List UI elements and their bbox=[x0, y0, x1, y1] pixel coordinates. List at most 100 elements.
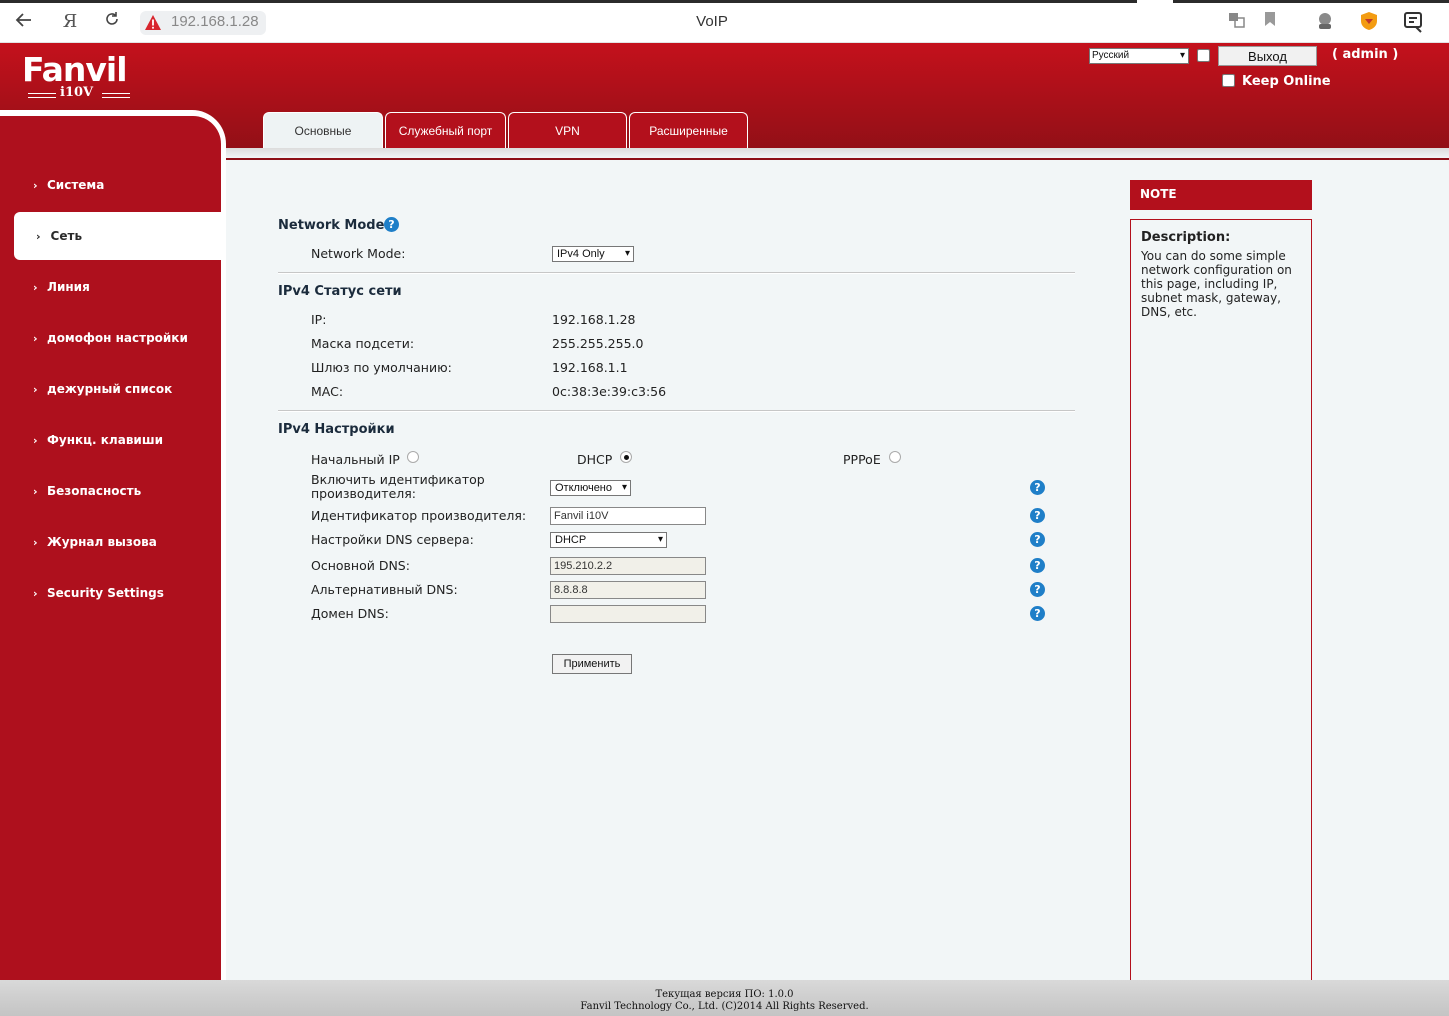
help-icon[interactable]: ? bbox=[1030, 508, 1045, 523]
ip-value: 192.168.1.28 bbox=[552, 312, 636, 327]
sidebar-item-label: дежурный список bbox=[47, 382, 173, 396]
user-label: ( admin ) bbox=[1332, 47, 1399, 62]
tab-divider bbox=[226, 148, 1449, 158]
chevron-down-icon: ▾ bbox=[624, 248, 630, 259]
chevron-right-icon: › bbox=[33, 434, 38, 447]
sidebar-item-line[interactable]: › Линия bbox=[33, 280, 90, 294]
ip-label: IP: bbox=[311, 312, 327, 327]
menu-icon[interactable] bbox=[1402, 10, 1426, 34]
translate-icon[interactable] bbox=[1225, 10, 1249, 34]
dns-mode-label: Настройки DNS сервера: bbox=[311, 532, 474, 547]
sidebar-item-security[interactable]: › Безопасность bbox=[33, 484, 141, 498]
network-mode-title: Network Mode bbox=[278, 218, 385, 233]
help-icon[interactable]: ? bbox=[1030, 480, 1045, 495]
vendor-id-enable-label: Включить идентификатор производителя: bbox=[311, 473, 485, 501]
network-mode-select[interactable]: IPv4 Only ▾ bbox=[552, 246, 634, 262]
sidebar-item-intercom[interactable]: › домофон настройки bbox=[33, 331, 188, 345]
sidebar-item-label: Журнал вызова bbox=[47, 535, 157, 549]
logo-dash-left bbox=[28, 93, 56, 98]
ipv4-settings-title: IPv4 Настройки bbox=[278, 422, 395, 437]
help-icon[interactable]: ? bbox=[1030, 582, 1045, 597]
bookmark-icon[interactable] bbox=[1258, 10, 1282, 34]
subnet-mask-label: Маска подсети: bbox=[311, 336, 415, 351]
dhcp-label: DHCP bbox=[577, 452, 613, 467]
sidebar-item-text: Сеть bbox=[50, 229, 83, 243]
chevron-down-icon: ▾ bbox=[657, 534, 663, 545]
alt-dns-input[interactable]: 8.8.8.8 bbox=[550, 581, 706, 599]
gateway-value: 192.168.1.1 bbox=[552, 360, 628, 375]
keep-online-checkbox[interactable] bbox=[1222, 74, 1235, 87]
logo-brand: Fanvil bbox=[22, 50, 128, 89]
vendor-id-enable-line2: производителя: bbox=[311, 486, 416, 501]
subnet-mask-value: 255.255.255.0 bbox=[552, 336, 644, 351]
sidebar-item-network[interactable]: › Сеть bbox=[14, 212, 221, 260]
static-ip-label: Начальный IP bbox=[311, 452, 400, 467]
chevron-right-icon: › bbox=[33, 332, 38, 345]
logo-model: i10V bbox=[60, 85, 94, 100]
sidebar-item-label: › Сеть bbox=[36, 229, 82, 243]
shield-icon[interactable] bbox=[1357, 10, 1381, 34]
note-panel: Description: You can do some simple netw… bbox=[1130, 219, 1312, 989]
help-icon[interactable]: ? bbox=[1030, 558, 1045, 573]
note-header: NOTE bbox=[1130, 180, 1312, 210]
dns-domain-label: Домен DNS: bbox=[311, 606, 389, 621]
header-checkbox[interactable] bbox=[1197, 49, 1210, 62]
sidebar-item-label: Линия bbox=[47, 280, 90, 294]
vendor-id-enable-line1: Включить идентификатор bbox=[311, 472, 485, 487]
chevron-right-icon: › bbox=[33, 485, 38, 498]
copyright: Fanvil Technology Co., Ltd. (C)2014 All … bbox=[580, 1001, 869, 1012]
note-title: Description: bbox=[1141, 230, 1231, 245]
pppoe-radio[interactable] bbox=[889, 451, 901, 463]
extension-icon[interactable] bbox=[1313, 10, 1337, 34]
network-mode-label: Network Mode: bbox=[311, 246, 406, 261]
sidebar-item-duty-list[interactable]: › дежурный список bbox=[33, 382, 172, 396]
sidebar-item-call-log[interactable]: › Журнал вызова bbox=[33, 535, 157, 549]
network-mode-value: IPv4 Only bbox=[557, 248, 605, 260]
sidebar-item-function-keys[interactable]: › Функц. клавиши bbox=[33, 433, 163, 447]
fanvil-logo: Fanvil i10V bbox=[22, 50, 130, 100]
help-icon[interactable]: ? bbox=[1030, 606, 1045, 621]
tab-basic[interactable]: Основные bbox=[263, 112, 383, 148]
chevron-right-icon: › bbox=[33, 281, 38, 294]
dhcp-radio[interactable] bbox=[620, 451, 632, 463]
sidebar-item-security-settings[interactable]: › Security Settings bbox=[33, 586, 164, 600]
pppoe-label: PPPoE bbox=[843, 452, 881, 467]
help-icon[interactable]: ? bbox=[384, 217, 399, 232]
chevron-right-icon: › bbox=[33, 587, 38, 600]
static-ip-radio[interactable] bbox=[407, 451, 419, 463]
window-top-gap bbox=[1137, 0, 1173, 3]
section-divider bbox=[278, 272, 1075, 274]
language-value: Русский bbox=[1092, 50, 1130, 61]
logout-button[interactable]: Выход bbox=[1218, 46, 1317, 66]
chevron-right-icon: › bbox=[33, 383, 38, 396]
mac-value: 0c:38:3e:39:c3:56 bbox=[552, 384, 667, 399]
primary-dns-label: Основной DNS: bbox=[311, 558, 410, 573]
vendor-id-enable-select[interactable]: Отключено ▾ bbox=[550, 480, 631, 496]
chevron-down-icon: ▾ bbox=[1179, 50, 1185, 61]
chevron-right-icon: › bbox=[33, 536, 38, 549]
dns-domain-input[interactable] bbox=[550, 605, 706, 623]
dns-mode-value: DHCP bbox=[555, 534, 587, 546]
sidebar-item-system[interactable]: › Система bbox=[33, 178, 104, 192]
chevron-right-icon: › bbox=[36, 230, 41, 243]
chevron-down-icon: ▾ bbox=[621, 482, 627, 493]
vendor-id-input[interactable]: Fanvil i10V bbox=[550, 507, 706, 525]
tab-advanced[interactable]: Расширенные bbox=[629, 112, 748, 148]
tab-service-port[interactable]: Служебный порт bbox=[385, 112, 506, 148]
apply-button[interactable]: Применить bbox=[552, 654, 632, 674]
ipv4-status-title: IPv4 Статус сети bbox=[278, 284, 402, 299]
page-footer: Текущая версия ПО: 1.0.0 Fanvil Technolo… bbox=[0, 980, 1449, 1016]
window-top-border bbox=[0, 0, 1449, 3]
help-icon[interactable]: ? bbox=[1030, 532, 1045, 547]
sidebar-item-label: Безопасность bbox=[47, 484, 142, 498]
page-title: VoIP bbox=[696, 13, 728, 30]
dns-mode-select[interactable]: DHCP ▾ bbox=[550, 532, 667, 548]
logo-dash-right bbox=[102, 93, 130, 98]
chevron-right-icon: › bbox=[33, 179, 38, 192]
vendor-id-enable-value: Отключено bbox=[555, 482, 612, 494]
language-select[interactable]: Русский ▾ bbox=[1089, 48, 1189, 64]
sidebar-item-label: домофон настройки bbox=[47, 331, 188, 345]
browser-toolbar: Я 192.168.1.28 VoIP bbox=[0, 0, 1449, 43]
tab-vpn[interactable]: VPN bbox=[508, 112, 627, 148]
primary-dns-input[interactable]: 195.210.2.2 bbox=[550, 557, 706, 575]
